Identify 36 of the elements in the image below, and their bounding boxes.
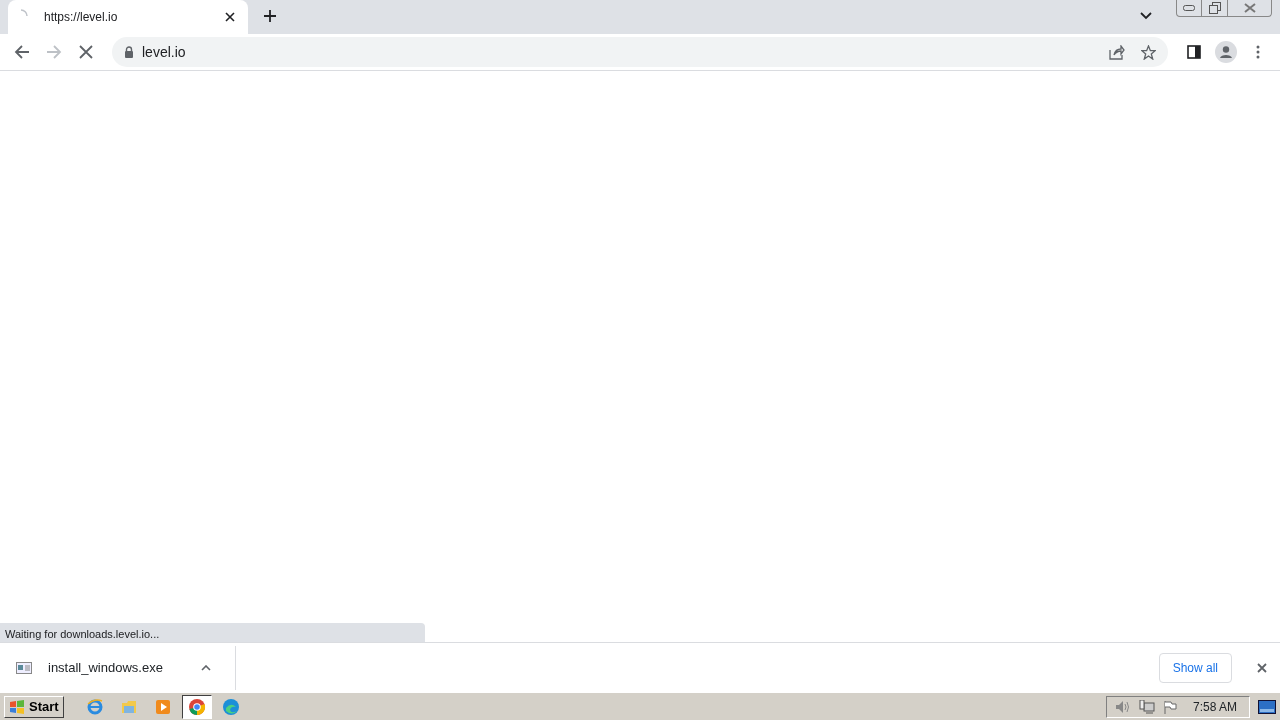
close-icon: [79, 45, 93, 59]
share-icon[interactable]: [1109, 44, 1125, 60]
plus-icon: [263, 9, 277, 23]
file-icon: [16, 661, 32, 674]
avatar-icon: [1215, 41, 1237, 63]
minimize-button[interactable]: [1176, 0, 1202, 17]
close-button[interactable]: [1228, 0, 1272, 17]
close-icon: [1243, 3, 1256, 13]
restore-button[interactable]: [1202, 0, 1228, 17]
flag-icon[interactable]: [1162, 699, 1177, 714]
media-player-icon: [153, 697, 172, 716]
menu-icon: [1256, 45, 1260, 59]
start-button[interactable]: Start: [4, 695, 64, 718]
status-bubble: Waiting for downloads.level.io...: [0, 623, 425, 642]
edge-icon: [221, 697, 240, 716]
minimize-icon: [1183, 5, 1195, 11]
ie-icon: [85, 697, 104, 716]
star-icon[interactable]: [1141, 44, 1156, 60]
loading-icon: [20, 9, 28, 17]
network-icon[interactable]: [1138, 699, 1155, 714]
forward-arrow-icon: [46, 44, 62, 60]
windows-logo-icon: [9, 699, 25, 714]
show-all-button[interactable]: Show all: [1158, 652, 1232, 683]
close-icon: [225, 12, 235, 22]
side-panel-icon: [1187, 45, 1201, 59]
profile-button[interactable]: [1212, 38, 1240, 66]
lock-icon: [124, 46, 134, 58]
caret-icon[interactable]: [201, 664, 211, 671]
back-arrow-icon: [14, 44, 30, 60]
taskbar-button[interactable]: [181, 694, 212, 719]
show-desktop-icon[interactable]: [1258, 699, 1276, 714]
chevron-icon: [1140, 12, 1152, 20]
address-bar[interactable]: level.io: [112, 37, 1168, 67]
chrome-icon: [187, 697, 206, 716]
close-icon: [1257, 662, 1267, 673]
download-item[interactable]: install_windows.exe: [0, 645, 236, 690]
